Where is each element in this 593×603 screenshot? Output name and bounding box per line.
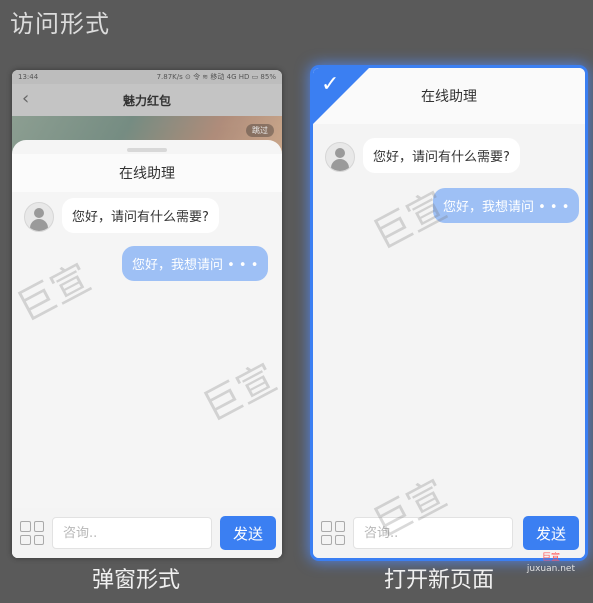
popup-mode-caption: 弹窗形式 xyxy=(92,568,181,593)
outgoing-message: 您好，我想请问 • • • xyxy=(122,246,269,281)
outgoing-message: 您好，我想请问 • • • xyxy=(433,188,580,223)
status-time: 13:44 xyxy=(18,73,39,81)
drag-handle[interactable] xyxy=(127,148,167,152)
new-page-mode-phone: 在线助理 ✓ 您好，请问有什么需要? 您好，我想请问 • • • 发送 xyxy=(313,68,585,558)
chat-input-bar: 发送 xyxy=(12,508,282,558)
consult-input[interactable] xyxy=(52,517,212,549)
chat-title: 在线助理 xyxy=(12,154,282,192)
page-title: 访问形式 xyxy=(10,10,110,38)
assistant-avatar-icon xyxy=(24,202,54,232)
back-arrow-icon[interactable]: ‹ xyxy=(22,88,29,109)
apps-grid-icon[interactable] xyxy=(20,521,44,545)
new-page-mode-caption: 打开新页面 xyxy=(384,568,495,593)
check-icon: ✓ xyxy=(321,72,340,97)
site-url: juxuan.net xyxy=(526,564,575,574)
status-indicators: 7.87K/s ⊙ 令 ≋ 移动 4G HD ▭ 85% xyxy=(156,73,276,81)
incoming-message: 您好，请问有什么需要? xyxy=(62,198,219,233)
apps-grid-icon[interactable] xyxy=(321,521,345,545)
send-button[interactable]: 发送 xyxy=(220,516,276,550)
incoming-message: 您好，请问有什么需要? xyxy=(363,138,520,173)
popup-mode-phone: 13:44 7.87K/s ⊙ 令 ≋ 移动 4G HD ▭ 85% ‹ 魅力红… xyxy=(12,70,282,558)
app-title: 魅力红包 xyxy=(122,93,171,108)
chat-input-bar: 发送 xyxy=(313,508,585,558)
status-bar: 13:44 7.87K/s ⊙ 令 ≋ 移动 4G HD ▭ 85% xyxy=(12,70,282,84)
consult-input[interactable] xyxy=(353,517,513,549)
app-header: ‹ 魅力红包 xyxy=(12,84,282,116)
send-button[interactable]: 发送 xyxy=(523,516,579,550)
chat-popup-sheet: 在线助理 您好，请问有什么需要? 您好，我想请问 • • • 发送 xyxy=(12,140,282,558)
site-logo: 巨宣 juxuan.net xyxy=(527,553,575,575)
skip-pill[interactable]: 跳过 xyxy=(246,124,274,137)
assistant-avatar-icon xyxy=(325,142,355,172)
site-brand: 巨宣 xyxy=(541,553,560,563)
